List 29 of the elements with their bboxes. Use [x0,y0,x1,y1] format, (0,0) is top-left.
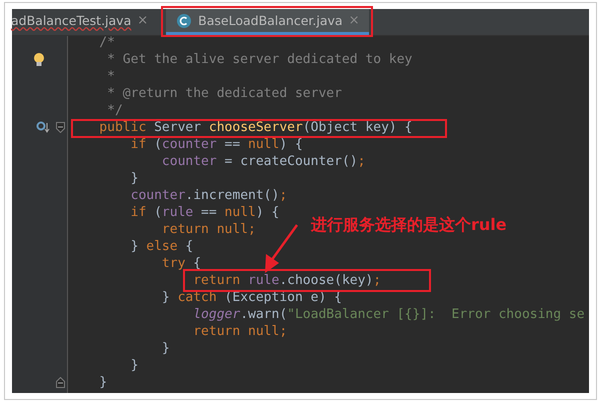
code-line: if (counter == null) { [130,136,303,153]
code-line: counter.increment(); [130,187,288,204]
code-line: public Server chooseServer(Object key) { [98,119,412,136]
code-line: */ [106,102,123,119]
fold-icon[interactable] [56,122,65,133]
code-line: return rule.choose(key); [192,272,382,289]
annotation-text: 进行服务选择的是这个rule [311,215,507,236]
code-line: try { [160,255,202,272]
code-line: if (rule == null) { [130,204,280,221]
code-line: return null; [160,221,256,238]
lightbulb-icon[interactable] [33,52,45,67]
code-line: } [130,357,138,374]
fold-icon[interactable] [56,377,65,388]
tab-label: BaseLoadBalancer.java [198,13,343,28]
override-icon[interactable] [36,121,50,134]
code-line: * @return the dedicated server [106,85,342,102]
code-line: * [106,68,115,85]
code-line: * Get the alive server dedicated to key [106,51,412,68]
code-line: } [98,374,108,391]
close-icon[interactable]: × [348,13,360,28]
code-line: } [130,170,138,187]
code-line: counter = createCounter(); [160,153,366,170]
code-line: /* [98,36,115,51]
code-line: logger.warn("LoadBalancer [{}]: Error choosing se [192,306,585,323]
close-icon[interactable]: × [137,13,148,28]
code-line: return null; [192,323,288,340]
code-line: } [160,340,170,357]
class-file-icon [176,12,192,28]
code-line: } else { [130,238,194,255]
